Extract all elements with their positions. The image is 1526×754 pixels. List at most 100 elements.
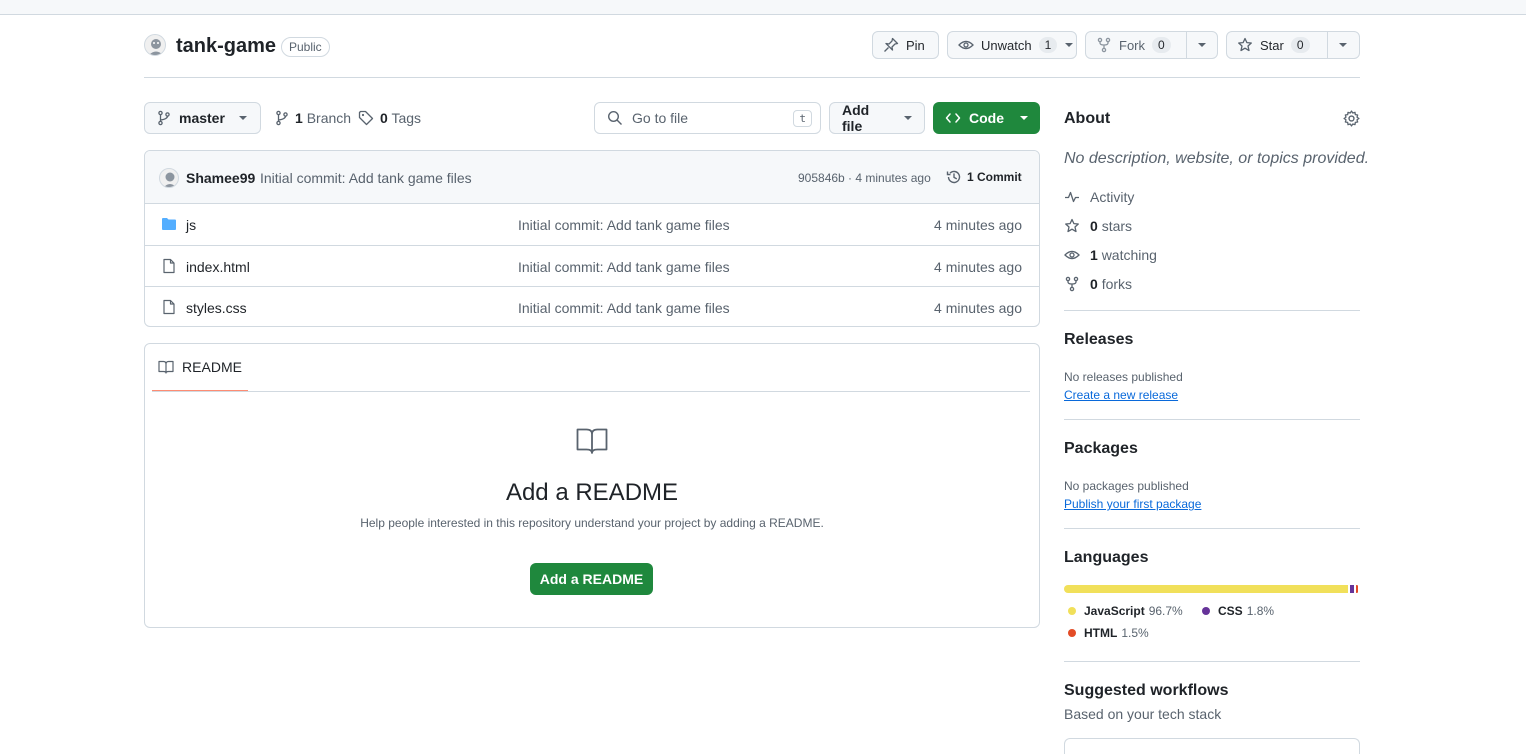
star-button[interactable]: Star 0 <box>1226 31 1360 59</box>
sidebar-divider <box>1064 310 1360 311</box>
file-commit-message[interactable]: Initial commit: Add tank game files <box>518 259 730 275</box>
languages-title: Languages <box>1064 549 1149 566</box>
commit-meta[interactable]: 905846b · 4 minutes ago <box>798 171 931 185</box>
visibility-badge: Public <box>281 37 330 57</box>
publish-package-link[interactable]: Publish your first package <box>1064 497 1201 511</box>
language-percent: 96.7% <box>1148 604 1183 618</box>
file-row[interactable]: index.html Initial commit: Add tank game… <box>145 245 1039 286</box>
releases-title[interactable]: Releases <box>1064 331 1133 349</box>
readme-tab[interactable]: README <box>152 344 248 392</box>
file-name[interactable]: index.html <box>186 259 250 275</box>
commit-author[interactable]: Shamee99 <box>186 170 255 186</box>
tags-label: Tags <box>391 110 422 126</box>
forks-link[interactable]: 0 forks <box>1064 276 1132 292</box>
tag-icon <box>358 110 374 126</box>
language-percent: 1.5% <box>1121 626 1149 640</box>
language-name: CSS <box>1218 604 1243 618</box>
repo-name[interactable]: tank-game <box>176 35 276 58</box>
owner-avatar[interactable] <box>144 34 166 56</box>
add-file-button[interactable]: Add file <box>829 102 925 134</box>
language-percent: 1.8% <box>1246 604 1275 618</box>
fork-icon <box>1096 37 1112 53</box>
gear-icon[interactable] <box>1343 110 1360 127</box>
language-bar-segment <box>1355 585 1358 593</box>
sidebar-divider <box>1064 661 1360 662</box>
unwatch-label: Unwatch <box>981 37 1032 53</box>
file-name[interactable]: js <box>186 217 196 233</box>
fork-button[interactable]: Fork 0 <box>1085 31 1218 59</box>
language-item-javascript[interactable]: JavaScript 96.7% <box>1068 604 1183 618</box>
stars-label: stars <box>1101 218 1133 234</box>
branch-name: master <box>179 110 225 126</box>
file-name[interactable]: styles.css <box>186 300 247 316</box>
watch-dropdown[interactable] <box>1065 32 1081 58</box>
sidebar-divider <box>1064 419 1360 420</box>
packages-title[interactable]: Packages <box>1064 440 1138 458</box>
unwatch-button[interactable]: Unwatch 1 <box>947 31 1077 59</box>
sidebar-divider <box>1064 528 1360 529</box>
header-divider <box>144 77 1360 78</box>
folder-icon <box>161 216 177 232</box>
file-time: 4 minutes ago <box>934 259 1022 275</box>
history-icon <box>946 169 962 185</box>
chevron-down-icon <box>904 116 912 120</box>
commit-author-avatar[interactable] <box>159 168 179 188</box>
add-readme-button[interactable]: Add a README <box>530 563 653 595</box>
chevron-down-icon <box>1198 43 1206 47</box>
about-title: About <box>1064 110 1111 127</box>
star-dropdown[interactable] <box>1328 32 1358 58</box>
commit-message[interactable]: Initial commit: Add tank game files <box>260 170 472 186</box>
branch-selector[interactable]: master <box>144 102 261 134</box>
packages-empty: No packages published <box>1064 479 1189 493</box>
language-name: HTML <box>1084 626 1118 640</box>
commits-link[interactable]: 1 Commit <box>946 169 1022 185</box>
code-icon <box>945 110 961 126</box>
language-name: JavaScript <box>1084 604 1145 618</box>
workflows-title: Suggested workflows <box>1064 682 1229 699</box>
pulse-icon <box>1064 189 1080 205</box>
readme-panel: README Add a README Help people interest… <box>144 343 1040 628</box>
chevron-down-icon <box>1339 43 1347 47</box>
forks-count: 0 <box>1090 276 1098 292</box>
create-release-link[interactable]: Create a new release <box>1064 388 1178 402</box>
stars-link[interactable]: 0 stars <box>1064 218 1132 234</box>
watching-link[interactable]: 1 watching <box>1064 247 1157 263</box>
star-label: Star <box>1260 37 1284 53</box>
file-time: 4 minutes ago <box>934 300 1022 316</box>
branches-link[interactable]: 1 Branch <box>275 110 351 126</box>
code-button[interactable]: Code <box>933 102 1040 134</box>
branch-icon <box>275 110 289 126</box>
about-description: No description, website, or topics provi… <box>1064 150 1370 167</box>
pin-icon <box>883 37 899 53</box>
language-color-dot <box>1202 607 1210 615</box>
watch-counter: 1 <box>1038 37 1058 53</box>
readme-description: Help people interested in this repositor… <box>360 516 824 530</box>
activity-link[interactable]: Activity <box>1064 189 1134 205</box>
language-item-css[interactable]: CSS 1.8% <box>1202 604 1274 618</box>
chevron-down-icon <box>1020 116 1028 120</box>
stars-count: 0 <box>1090 218 1098 234</box>
file-commit-message[interactable]: Initial commit: Add tank game files <box>518 300 730 316</box>
search-icon <box>607 110 623 126</box>
language-bar-segment <box>1064 585 1349 593</box>
watching-count: 1 <box>1090 247 1098 263</box>
star-icon <box>1064 218 1080 234</box>
readme-heading: Add a README <box>505 479 679 506</box>
workflows-subtitle: Based on your tech stack <box>1064 706 1222 722</box>
file-row[interactable]: js Initial commit: Add tank game files 4… <box>145 204 1039 245</box>
language-color-dot <box>1068 607 1076 615</box>
pin-button[interactable]: Pin <box>872 31 939 59</box>
fork-dropdown[interactable] <box>1187 32 1217 58</box>
go-to-file-placeholder: Go to file <box>632 110 689 126</box>
workflow-card[interactable] <box>1064 738 1360 754</box>
chevron-down-icon <box>1065 43 1074 47</box>
readme-tab-label: README <box>182 359 242 375</box>
tags-link[interactable]: 0 Tags <box>358 110 421 126</box>
language-item-html[interactable]: HTML 1.5% <box>1068 626 1149 640</box>
top-header-strip <box>0 0 1526 15</box>
go-to-file-input[interactable]: Go to file t <box>594 102 821 134</box>
branch-icon <box>157 110 171 126</box>
readme-tab-divider <box>152 391 1030 392</box>
file-commit-message[interactable]: Initial commit: Add tank game files <box>518 217 730 233</box>
file-row[interactable]: styles.css Initial commit: Add tank game… <box>145 286 1039 326</box>
